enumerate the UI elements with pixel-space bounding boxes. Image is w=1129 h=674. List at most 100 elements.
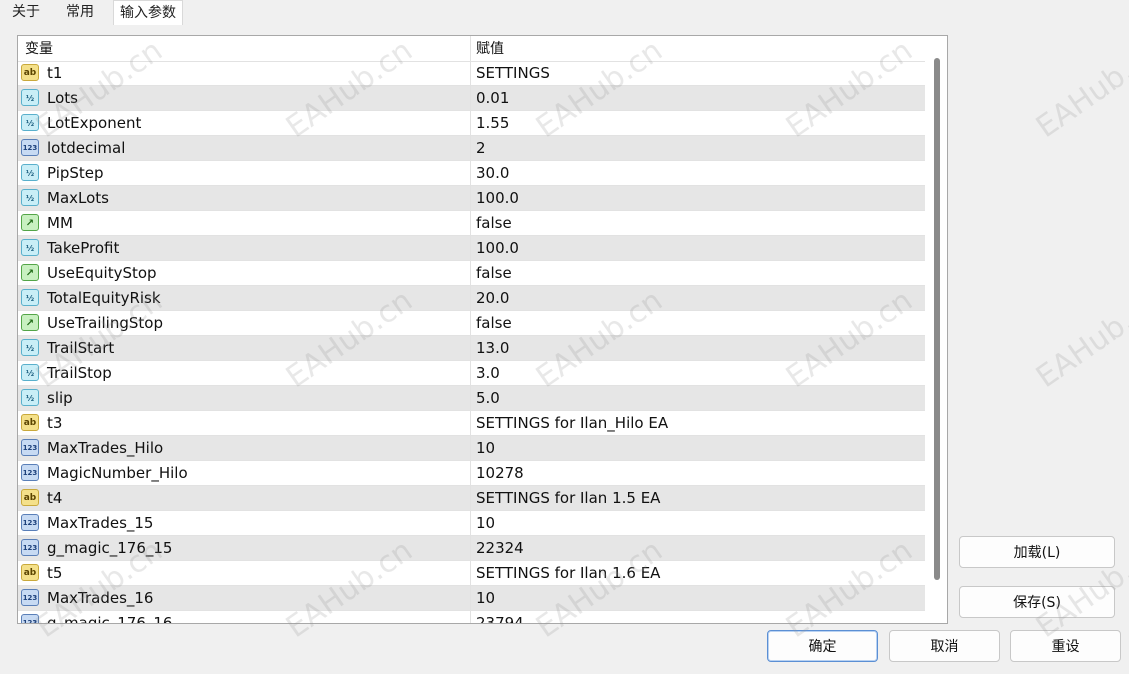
- variable-value[interactable]: 1.55: [476, 111, 509, 136]
- table-row[interactable]: ½ slip 5.0: [18, 386, 925, 411]
- column-header-variable[interactable]: 变量: [25, 36, 53, 61]
- table-row[interactable]: ½ TotalEquityRisk 20.0: [18, 286, 925, 311]
- column-divider: [470, 186, 471, 211]
- variable-value[interactable]: false: [476, 261, 512, 286]
- variable-value[interactable]: 3.0: [476, 361, 500, 386]
- variable-name: lotdecimal: [47, 139, 126, 157]
- save-button[interactable]: 保存(S): [959, 586, 1115, 618]
- table-row[interactable]: ab t5 SETTINGS for Ilan 1.6 EA: [18, 561, 925, 586]
- table-row[interactable]: 123 g_magic_176_15 22324: [18, 536, 925, 561]
- variable-value[interactable]: SETTINGS for Ilan 1.6 EA: [476, 561, 660, 586]
- scrollbar-thumb[interactable]: [934, 58, 940, 580]
- column-divider: [470, 336, 471, 361]
- variable-value[interactable]: 30.0: [476, 161, 509, 186]
- table-row[interactable]: ab t4 SETTINGS for Ilan 1.5 EA: [18, 486, 925, 511]
- variable-value[interactable]: 100.0: [476, 186, 519, 211]
- table-row[interactable]: ↗ UseEquityStop false: [18, 261, 925, 286]
- variable-name: g_magic_176_16: [47, 614, 173, 623]
- double-type-icon: ½: [21, 389, 39, 406]
- column-divider: [470, 236, 471, 261]
- double-type-icon: ½: [21, 364, 39, 381]
- variable-value[interactable]: 100.0: [476, 236, 519, 261]
- variable-name: MaxTrades_Hilo: [47, 439, 164, 457]
- double-type-icon: ½: [21, 164, 39, 181]
- table-row[interactable]: ½ Lots 0.01: [18, 86, 925, 111]
- tab-bar: 关于 常用 输入参数: [0, 0, 1129, 26]
- vertical-scrollbar[interactable]: [926, 36, 947, 623]
- variable-name: TrailStop: [47, 364, 112, 382]
- variable-value[interactable]: 23794: [476, 611, 524, 623]
- variable-name: MagicNumber_Hilo: [47, 464, 188, 482]
- table-row[interactable]: ½ TrailStart 13.0: [18, 336, 925, 361]
- variable-value[interactable]: 10: [476, 436, 495, 461]
- variable-name: LotExponent: [47, 114, 142, 132]
- variable-name: MaxTrades_16: [47, 589, 154, 607]
- double-type-icon: ½: [21, 89, 39, 106]
- variable-name: t1: [47, 64, 63, 82]
- table-row[interactable]: 123 MaxTrades_Hilo 10: [18, 436, 925, 461]
- tab-inputs[interactable]: 输入参数: [113, 0, 183, 26]
- column-divider: [470, 286, 471, 311]
- variable-name: PipStep: [47, 164, 104, 182]
- table-row[interactable]: ↗ UseTrailingStop false: [18, 311, 925, 336]
- variable-name: Lots: [47, 89, 78, 107]
- variable-value[interactable]: 5.0: [476, 386, 500, 411]
- variable-value[interactable]: SETTINGS for Ilan 1.5 EA: [476, 486, 660, 511]
- tab-common[interactable]: 常用: [60, 0, 100, 24]
- column-divider: [470, 586, 471, 611]
- boolean-type-icon: ↗: [21, 214, 39, 231]
- table-row[interactable]: 123 MaxTrades_16 10: [18, 586, 925, 611]
- table-row[interactable]: ab t3 SETTINGS for Ilan_Hilo EA: [18, 411, 925, 436]
- variable-value[interactable]: 10: [476, 511, 495, 536]
- variable-value[interactable]: SETTINGS for Ilan_Hilo EA: [476, 411, 668, 436]
- variable-value[interactable]: 0.01: [476, 86, 509, 111]
- table-row[interactable]: ↗ MM false: [18, 211, 925, 236]
- double-type-icon: ½: [21, 339, 39, 356]
- variable-name: UseTrailingStop: [47, 314, 163, 332]
- integer-type-icon: 123: [21, 539, 39, 556]
- variable-value[interactable]: false: [476, 311, 512, 336]
- variable-value[interactable]: SETTINGS: [476, 61, 550, 86]
- variable-value[interactable]: false: [476, 211, 512, 236]
- boolean-type-icon: ↗: [21, 314, 39, 331]
- table-row[interactable]: 123 lotdecimal 2: [18, 136, 925, 161]
- grid-rows: ab t1 SETTINGS ½ Lots 0.01 ½ LotExponent 1.55 123…: [18, 61, 925, 623]
- variable-value[interactable]: 20.0: [476, 286, 509, 311]
- variable-value[interactable]: 13.0: [476, 336, 509, 361]
- table-row[interactable]: ½ LotExponent 1.55: [18, 111, 925, 136]
- double-type-icon: ½: [21, 114, 39, 131]
- column-divider: [470, 261, 471, 286]
- column-divider: [470, 611, 471, 623]
- variable-name: UseEquityStop: [47, 264, 157, 282]
- variable-value[interactable]: 22324: [476, 536, 524, 561]
- variable-name: TakeProfit: [47, 239, 120, 257]
- variable-value[interactable]: 2: [476, 136, 486, 161]
- table-row[interactable]: ab t1 SETTINGS: [18, 61, 925, 86]
- cancel-button[interactable]: 取消: [889, 630, 1000, 662]
- column-header-value[interactable]: 赋值: [476, 36, 504, 61]
- variable-value[interactable]: 10278: [476, 461, 524, 486]
- column-divider[interactable]: [470, 36, 471, 61]
- grid-header: 变量 赋值: [18, 36, 925, 62]
- table-row[interactable]: ½ PipStep 30.0: [18, 161, 925, 186]
- column-divider: [470, 111, 471, 136]
- table-row[interactable]: 123 g_magic_176_16 23794: [18, 611, 925, 623]
- column-divider: [470, 561, 471, 586]
- variable-value[interactable]: 10: [476, 586, 495, 611]
- column-divider: [470, 411, 471, 436]
- load-button[interactable]: 加载(L): [959, 536, 1115, 568]
- table-row[interactable]: 123 MagicNumber_Hilo 10278: [18, 461, 925, 486]
- reset-button[interactable]: 重设: [1010, 630, 1121, 662]
- variable-name: g_magic_176_15: [47, 539, 173, 557]
- double-type-icon: ½: [21, 239, 39, 256]
- integer-type-icon: 123: [21, 464, 39, 481]
- column-divider: [470, 61, 471, 86]
- column-divider: [470, 461, 471, 486]
- ok-button[interactable]: 确定: [767, 630, 878, 662]
- table-row[interactable]: 123 MaxTrades_15 10: [18, 511, 925, 536]
- table-row[interactable]: ½ TakeProfit 100.0: [18, 236, 925, 261]
- table-row[interactable]: ½ TrailStop 3.0: [18, 361, 925, 386]
- table-row[interactable]: ½ MaxLots 100.0: [18, 186, 925, 211]
- column-divider: [470, 136, 471, 161]
- tab-about[interactable]: 关于: [6, 0, 46, 24]
